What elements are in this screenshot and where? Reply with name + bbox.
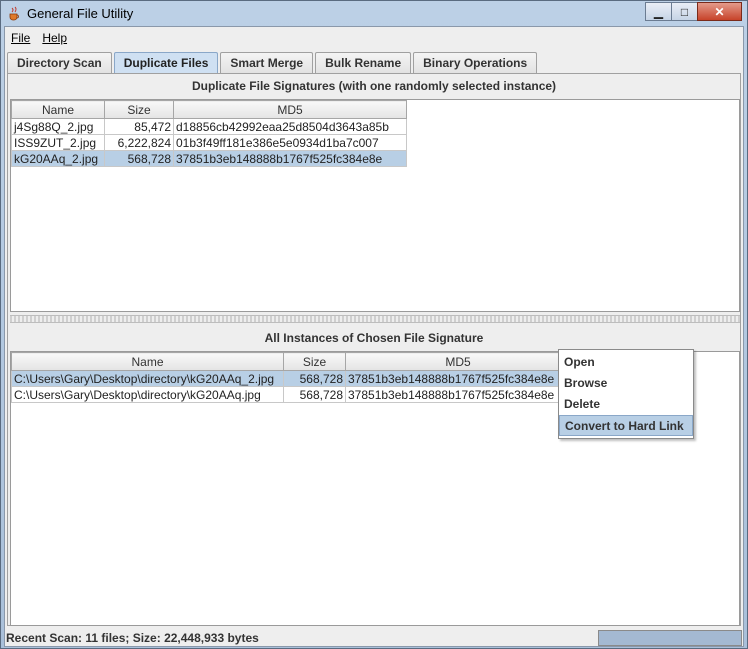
cell-name: ISS9ZUT_2.jpg: [11, 134, 105, 151]
close-button[interactable]: ✕: [697, 2, 742, 21]
app-window: General File Utility ▁ □ ✕ File Help Dir…: [0, 0, 748, 649]
cell-md5: 01b3f49ff181e386e5e0934d1ba7c007: [173, 134, 407, 151]
cell-size: 6,222,824: [104, 134, 174, 151]
instances-header-row: Name Size MD5: [11, 352, 571, 371]
cell-name: j4Sg88Q_2.jpg: [11, 118, 105, 135]
window-title: General File Utility: [27, 6, 134, 21]
instances-table: Name Size MD5 C:\Users\Gary\Desktop\dire…: [11, 352, 571, 403]
signatures-header-row: Name Size MD5: [11, 100, 407, 119]
maximize-button[interactable]: □: [671, 2, 698, 21]
context-menu-open[interactable]: Open: [559, 352, 693, 373]
cell-size: 568,728: [283, 386, 346, 403]
status-text: Recent Scan: 11 files; Size: 22,448,933 …: [6, 631, 259, 645]
table-row-selected[interactable]: C:\Users\Gary\Desktop\directory\kG20AAq_…: [11, 370, 571, 387]
context-menu-convert-hard-link[interactable]: Convert to Hard Link: [559, 415, 693, 436]
signatures-table: Name Size MD5 j4Sg88Q_2.jpg 85,472 d1885…: [11, 100, 407, 167]
menu-file[interactable]: File: [5, 31, 36, 45]
split-pane-divider[interactable]: [10, 315, 740, 323]
cell-size: 568,728: [104, 150, 174, 167]
column-header-name[interactable]: Name: [11, 352, 284, 371]
tab-binary-operations[interactable]: Binary Operations: [413, 52, 538, 73]
status-bar: Recent Scan: 11 files; Size: 22,448,933 …: [5, 630, 743, 646]
cell-md5: 37851b3eb148888b1767f525fc384e8e: [173, 150, 407, 167]
column-header-md5[interactable]: MD5: [345, 352, 571, 371]
progress-fill: [599, 631, 741, 645]
minimize-button[interactable]: ▁: [645, 2, 672, 21]
menu-file-label: File: [11, 31, 31, 45]
menu-bar: File Help: [5, 27, 743, 49]
cell-size: 85,472: [104, 118, 174, 135]
column-header-name[interactable]: Name: [11, 100, 105, 119]
client-area: File Help Directory Scan Duplicate Files…: [4, 26, 744, 647]
table-row-selected[interactable]: kG20AAq_2.jpg 568,728 37851b3eb148888b17…: [11, 150, 407, 167]
cell-path: C:\Users\Gary\Desktop\directory\kG20AAq_…: [11, 370, 284, 387]
table-row[interactable]: ISS9ZUT_2.jpg 6,222,824 01b3f49ff181e386…: [11, 134, 407, 151]
tab-strip: Directory Scan Duplicate Files Smart Mer…: [7, 52, 539, 73]
tab-directory-scan[interactable]: Directory Scan: [7, 52, 112, 73]
cell-md5: 37851b3eb148888b1767f525fc384e8e: [345, 386, 571, 403]
table-row[interactable]: C:\Users\Gary\Desktop\directory\kG20AAq.…: [11, 386, 571, 403]
menu-help[interactable]: Help: [36, 31, 73, 45]
menu-help-label: Help: [42, 31, 68, 45]
signatures-title: Duplicate File Signatures (with one rand…: [191, 79, 557, 93]
cell-name: kG20AAq_2.jpg: [11, 150, 105, 167]
context-menu-browse[interactable]: Browse: [559, 373, 693, 394]
cell-size: 568,728: [283, 370, 346, 387]
instances-title: All Instances of Chosen File Signature: [264, 331, 484, 345]
context-menu: Open Browse Delete Convert to Hard Link: [558, 349, 694, 439]
cell-md5: d18856cb42992eaa25d8504d3643a85b: [173, 118, 407, 135]
cell-path: C:\Users\Gary\Desktop\directory\kG20AAq.…: [11, 386, 284, 403]
cell-md5: 37851b3eb148888b1767f525fc384e8e: [345, 370, 571, 387]
title-bar[interactable]: General File Utility ▁ □ ✕: [1, 1, 747, 26]
signatures-table-area: Name Size MD5 j4Sg88Q_2.jpg 85,472 d1885…: [10, 99, 740, 312]
window-controls: ▁ □ ✕: [645, 2, 742, 21]
tab-smart-merge[interactable]: Smart Merge: [220, 52, 314, 73]
context-menu-delete[interactable]: Delete: [559, 394, 693, 415]
java-cup-icon: [9, 6, 19, 21]
table-row[interactable]: j4Sg88Q_2.jpg 85,472 d18856cb42992eaa25d…: [11, 118, 407, 135]
tab-duplicate-files[interactable]: Duplicate Files: [113, 52, 219, 73]
column-header-size[interactable]: Size: [104, 100, 174, 119]
column-header-md5[interactable]: MD5: [173, 100, 407, 119]
tab-bulk-rename[interactable]: Bulk Rename: [315, 52, 412, 73]
column-header-size[interactable]: Size: [283, 352, 346, 371]
scan-progress-bar: [598, 630, 742, 646]
